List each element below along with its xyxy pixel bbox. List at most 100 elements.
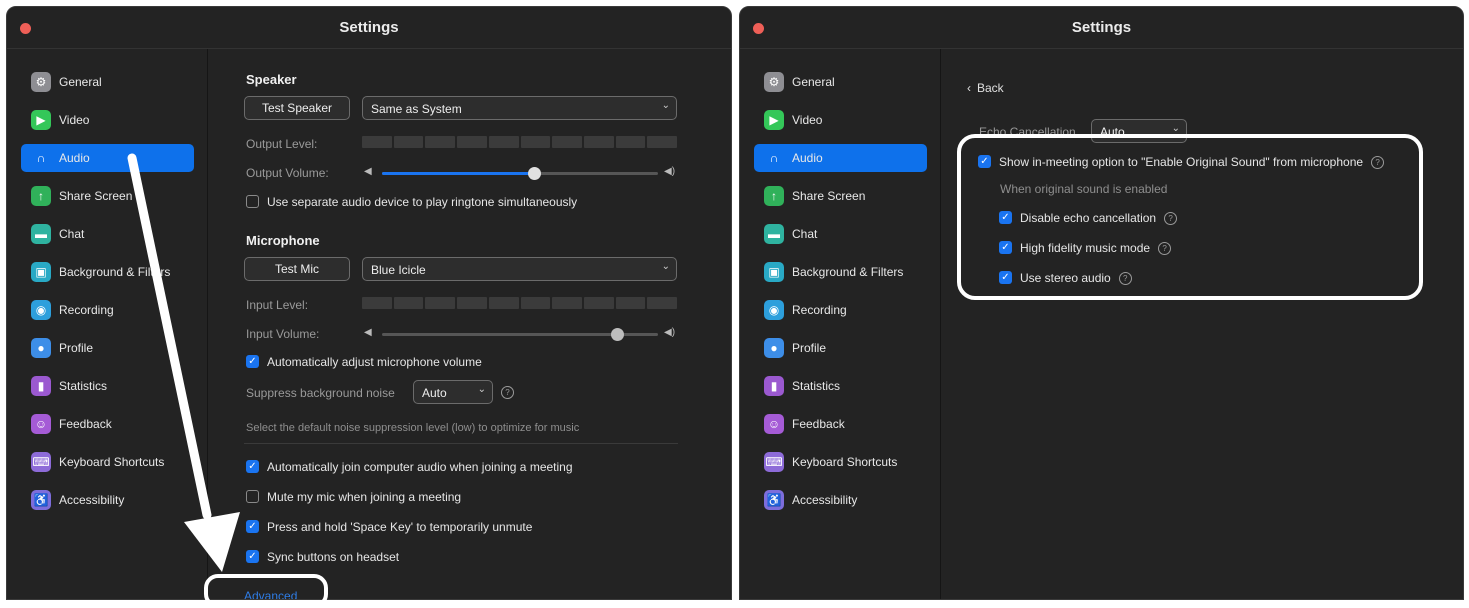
sidebar-item-label: Video	[59, 113, 90, 127]
test-mic-button[interactable]: Test Mic	[244, 257, 350, 281]
feedback-icon: ☺	[31, 414, 51, 434]
keyboard-icon: ⌨	[31, 452, 51, 472]
auto-adjust-checkbox[interactable]: ✓	[246, 355, 259, 368]
sidebar-item-share-screen[interactable]: ↑ Share Screen	[754, 182, 927, 210]
suppress-noise-value: Auto	[422, 386, 447, 400]
sidebar-item-label: Audio	[792, 151, 823, 165]
profile-icon: ●	[764, 338, 784, 358]
statistics-icon: ▮	[31, 376, 51, 396]
option-label: Sync buttons on headset	[267, 550, 400, 564]
sidebar-item-accessibility[interactable]: ♿ Accessibility	[754, 486, 927, 514]
sidebar-item-label: Accessibility	[59, 493, 125, 507]
speaker-high-icon: ◀)	[664, 166, 676, 177]
auto-adjust-label: Automatically adjust microphone volume	[267, 355, 482, 369]
sidebar-item-chat[interactable]: ▬ Chat	[21, 220, 194, 248]
separate-device-checkbox[interactable]	[246, 195, 259, 208]
help-icon[interactable]: ?	[501, 386, 514, 399]
sidebar-item-label: Background & Filters	[792, 265, 904, 279]
advanced-audio-panel: ‹ Back Echo Cancellation Auto ⌄ ✓ Show in…	[941, 49, 1463, 599]
option-label: Press and hold 'Space Key' to temporaril…	[267, 520, 533, 534]
sidebar-item-label: General	[792, 75, 835, 89]
sidebar-item-label: Feedback	[59, 417, 112, 431]
window-title: Settings	[1071, 19, 1132, 36]
speaker-low-icon: ◀	[364, 166, 372, 177]
test-speaker-button[interactable]: Test Speaker	[244, 96, 350, 120]
sidebar-item-audio[interactable]: ∩ Audio	[754, 144, 927, 172]
sidebar-item-accessibility[interactable]: ♿ Accessibility	[21, 486, 194, 514]
option-checkbox[interactable]	[246, 490, 259, 503]
sidebar-item-keyboard-shortcuts[interactable]: ⌨ Keyboard Shortcuts	[754, 448, 927, 476]
sidebar-item-share-screen[interactable]: ↑ Share Screen	[21, 182, 194, 210]
chevron-down-icon: ⌄	[477, 384, 486, 395]
output-level-meter	[362, 136, 678, 148]
sidebar-item-statistics[interactable]: ▮ Statistics	[754, 372, 927, 400]
settings-window-advanced-audio: Settings ⚙ General ▶ Video ∩ Audio ↑ Share Scre…	[739, 6, 1464, 600]
sidebar-item-profile[interactable]: ● Profile	[21, 334, 194, 362]
sidebar-item-label: Statistics	[59, 379, 108, 393]
gear-icon: ⚙	[31, 72, 51, 92]
input-volume-knob[interactable]	[610, 328, 624, 341]
chevron-down-icon: ⌄	[661, 261, 670, 272]
sidebar-item-label: Profile	[59, 341, 94, 355]
sidebar-item-chat[interactable]: ▬ Chat	[754, 220, 927, 248]
headphones-icon: ∩	[769, 151, 779, 165]
gear-icon: ⚙	[764, 72, 784, 92]
output-volume-knob[interactable]	[527, 167, 541, 180]
speaker-device-select[interactable]: Same as System ⌄	[362, 96, 677, 120]
sidebar-item-background-filters[interactable]: ▣ Background & Filters	[754, 258, 927, 286]
microphone-device-select[interactable]: Blue Icicle ⌄	[362, 257, 677, 281]
sidebar-item-profile[interactable]: ● Profile	[754, 334, 927, 362]
sidebar-item-background-filters[interactable]: ▣ Background & Filters	[21, 258, 194, 286]
sidebar-item-label: Share Screen	[792, 189, 866, 203]
sidebar-item-feedback[interactable]: ☺ Feedback	[21, 410, 194, 438]
sidebar-item-label: Accessibility	[792, 493, 858, 507]
video-camera-icon: ▶	[31, 110, 51, 130]
option-checkbox[interactable]: ✓	[246, 550, 259, 563]
option-checkbox[interactable]: ✓	[246, 520, 259, 533]
suppress-noise-select[interactable]: Auto ⌄	[413, 380, 493, 404]
sidebar-item-audio[interactable]: ∩ Audio	[21, 144, 194, 172]
output-volume-label: Output Volume:	[246, 166, 329, 180]
sidebar: ⚙ General ▶ Video ∩ Audio ↑ Share Screen ▬ Chat ▣ B…	[7, 49, 208, 599]
sidebar-item-statistics[interactable]: ▮ Statistics	[21, 372, 194, 400]
sidebar-item-video[interactable]: ▶ Video	[21, 106, 194, 134]
microphone-device-value: Blue Icicle	[371, 263, 426, 277]
chevron-down-icon: ⌄	[1171, 123, 1180, 134]
sidebar-item-label: Keyboard Shortcuts	[59, 455, 165, 469]
mic-high-icon: ◀)	[664, 327, 676, 338]
highlight-box-advanced	[204, 574, 328, 608]
share-screen-icon: ↑	[31, 186, 51, 206]
input-level-meter	[362, 297, 678, 309]
title-bar: Settings	[7, 7, 731, 49]
accessibility-icon: ♿	[764, 490, 784, 510]
sidebar-item-feedback[interactable]: ☺ Feedback	[754, 410, 927, 438]
sidebar-item-label: Video	[792, 113, 823, 127]
title-bar: Settings	[740, 7, 1463, 49]
sidebar-item-recording[interactable]: ◉ Recording	[21, 296, 194, 324]
audio-settings-panel: Speaker Test Speaker Same as System ⌄ Ou…	[208, 49, 731, 599]
option-checkbox[interactable]: ✓	[246, 460, 259, 473]
profile-icon: ●	[31, 338, 51, 358]
sidebar-item-keyboard-shortcuts[interactable]: ⌨ Keyboard Shortcuts	[21, 448, 194, 476]
input-volume-label: Input Volume:	[246, 327, 320, 341]
sidebar-item-general[interactable]: ⚙ General	[21, 68, 194, 96]
speaker-device-value: Same as System	[371, 102, 462, 116]
output-level-label: Output Level:	[246, 137, 318, 151]
accessibility-icon: ♿	[31, 490, 51, 510]
background-icon: ▣	[31, 262, 51, 282]
back-label: Back	[977, 81, 1004, 95]
option-label: Mute my mic when joining a meeting	[267, 490, 462, 504]
sidebar-item-label: Chat	[59, 227, 85, 241]
sidebar-item-general[interactable]: ⚙ General	[754, 68, 927, 96]
option-label: Automatically join computer audio when j…	[267, 460, 573, 474]
sidebar-item-recording[interactable]: ◉ Recording	[754, 296, 927, 324]
sidebar-item-label: Statistics	[792, 379, 841, 393]
output-volume-slider[interactable]	[382, 167, 658, 180]
input-volume-slider[interactable]	[382, 328, 658, 341]
chevron-down-icon: ⌄	[661, 100, 670, 111]
back-button[interactable]: ‹ Back	[967, 81, 1004, 95]
sidebar-item-label: Audio	[59, 151, 90, 165]
suppress-noise-label: Suppress background noise	[246, 386, 395, 400]
sidebar-item-video[interactable]: ▶ Video	[754, 106, 927, 134]
highlight-box-original-sound	[957, 134, 1423, 300]
